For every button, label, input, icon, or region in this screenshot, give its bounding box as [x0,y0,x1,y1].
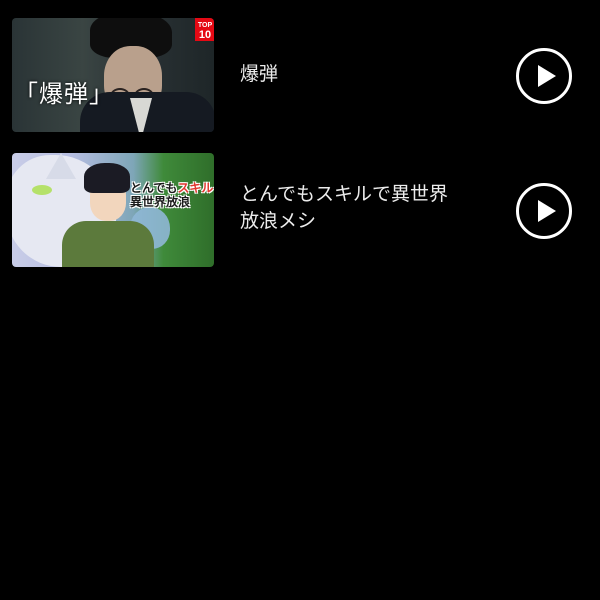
thumbnail-caption: 「爆弾」 [14,80,114,108]
logo-line2: 異世界放浪 [130,195,191,209]
logo-line1-a: とんでも [130,181,178,195]
top10-badge: TOP 10 [195,18,214,41]
play-icon [538,65,556,87]
title-logo: とんでもスキル 異世界放浪 [130,181,214,209]
item-title-line2: 放浪メシ [240,210,317,232]
character-body [62,221,154,267]
character-hair [84,163,130,193]
list-item-tondemo-skill[interactable]: とんでもスキル 異世界放浪 とんでもスキルで異世界 放浪メシ [12,153,588,267]
list-item-bakudan[interactable]: 「爆弾」 TOP 10 爆弾 [12,18,588,132]
wolf-eye [32,185,52,195]
thumbnail-tondemo-skill[interactable]: とんでもスキル 異世界放浪 [12,153,214,267]
item-title-line1: とんでもスキルで異世界 [240,183,449,205]
play-button[interactable] [516,48,572,104]
logo-line1: とんでもスキル [130,181,214,195]
play-button[interactable] [516,183,572,239]
thumbnail-bakudan[interactable]: 「爆弾」 TOP 10 [12,18,214,132]
item-title[interactable]: 爆弾 [240,61,490,88]
logo-line1-b: スキル [177,181,214,195]
wolf-ear [46,153,76,179]
item-title[interactable]: とんでもスキルで異世界 放浪メシ [240,181,490,235]
play-icon [538,200,556,222]
badge-line2: 10 [198,29,212,41]
